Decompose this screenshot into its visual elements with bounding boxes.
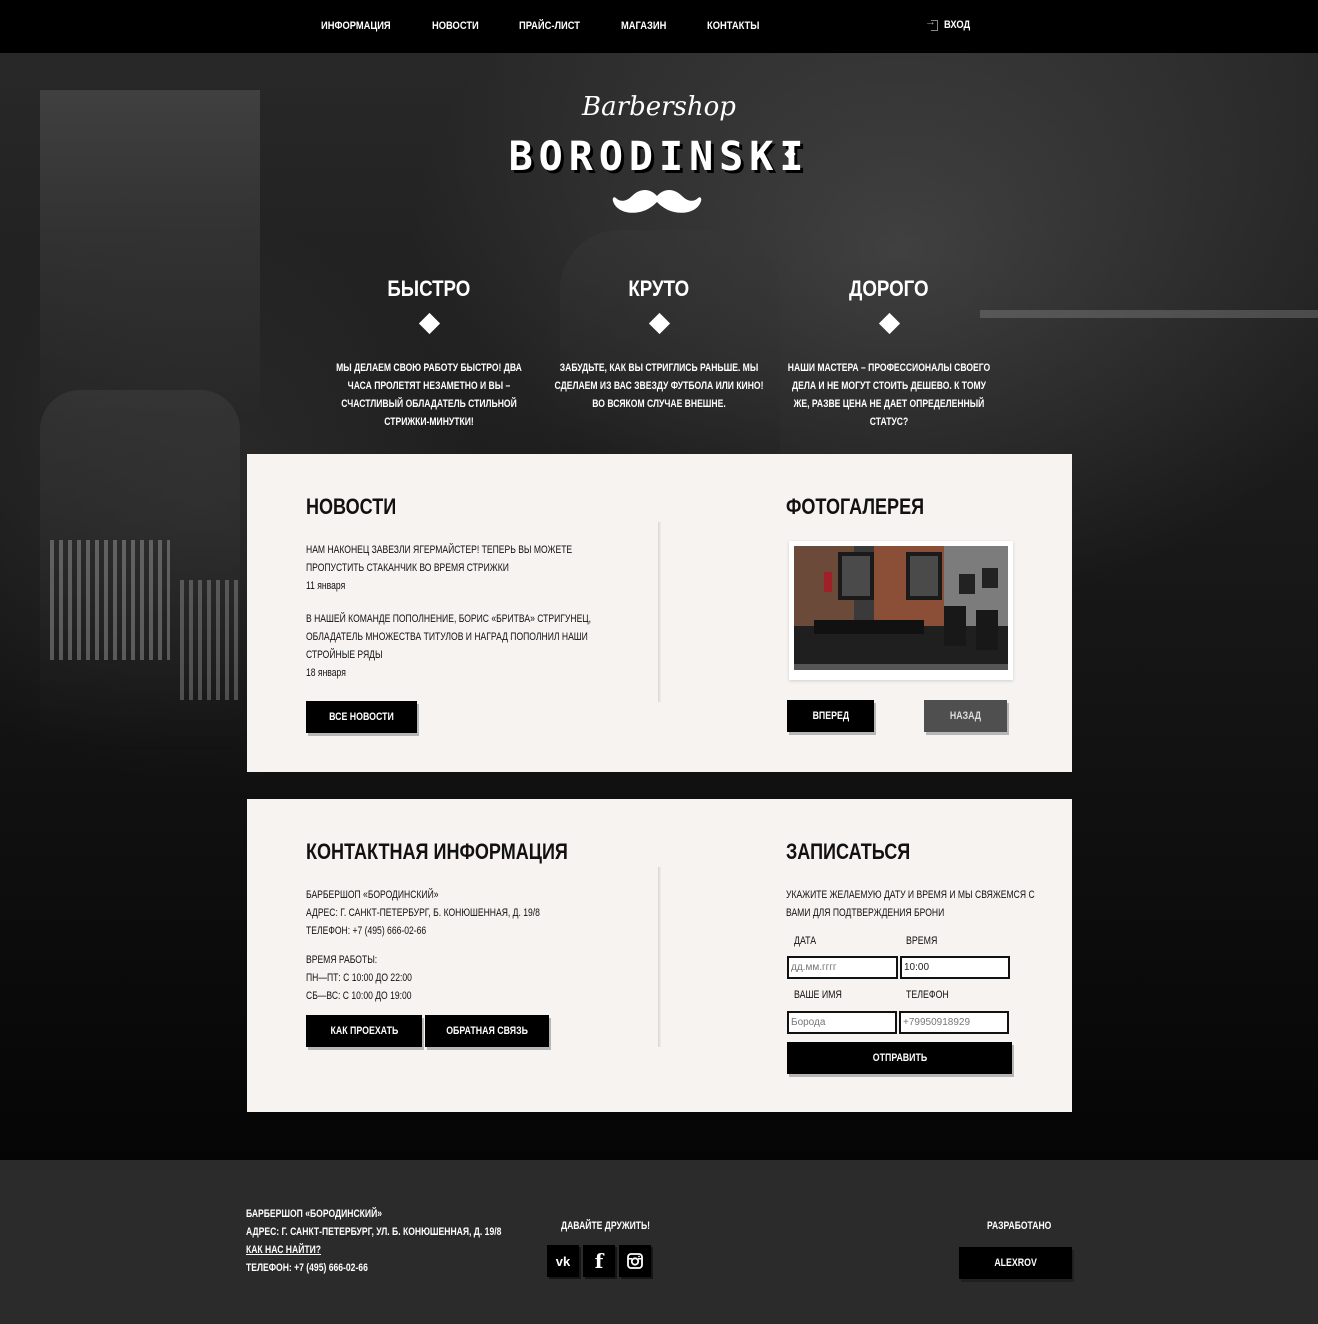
diamond-icon: [878, 312, 900, 335]
booking-description: УКАЖИТЕ ЖЕЛАЕМУЮ ДАТУ И ВРЕМЯ И МЫ СВЯЖЕ…: [786, 889, 1035, 901]
phone-input[interactable]: [899, 1011, 1009, 1034]
login-label: ВХОД: [944, 19, 971, 31]
feature-text: МЫ ДЕЛАЕМ СВОЮ РАБОТУ БЫСТРО! ДВА ЧАСА П…: [336, 362, 522, 428]
nav-item-info[interactable]: ИНФОРМАЦИЯ: [321, 20, 391, 32]
feedback-label: ОБРАТНАЯ СВЯЗЬ: [446, 1025, 528, 1037]
news-item-date: 11 января: [306, 580, 346, 592]
logo-script: Barbershop: [582, 92, 736, 122]
feature-fast: БЫСТРО МЫ ДЕЛАЕМ СВОЮ РАБОТУ БЫСТРО! ДВА…: [314, 276, 544, 431]
news-gallery-panel: НОВОСТИ НАМ НАКОНЕЦ ЗАВЕЗЛИ ЯГЕРМАЙСТЕР!…: [247, 454, 1072, 772]
gallery-photo: [794, 546, 1008, 670]
hours-weekend: СБ—ВС: С 10:00 ДО 19:00: [306, 990, 412, 1002]
diamond-icon: [648, 312, 670, 335]
logo-title: BORODINSKI: [508, 134, 810, 180]
login-link[interactable]: ВХОД: [925, 16, 975, 31]
feature-title: БЫСТРО: [387, 276, 471, 301]
hours-weekday: ПН—ПТ: С 10:00 ДО 22:00: [306, 972, 412, 984]
submit-label: ОТПРАВИТЬ: [872, 1052, 927, 1064]
background-shelf: [980, 310, 1318, 318]
time-label: ВРЕМЯ: [906, 935, 938, 947]
submit-button[interactable]: ОТПРАВИТЬ: [787, 1042, 1012, 1074]
developer-label: ALEXROV: [994, 1257, 1037, 1269]
feature-title: ДОРОГО: [849, 276, 929, 301]
news-item-text: В НАШЕЙ КОМАНДЕ ПОПОЛНЕНИЕ, БОРИС «БРИТВ…: [306, 613, 592, 625]
nav-item-contacts[interactable]: КОНТАКТЫ: [707, 20, 759, 32]
contacts-name: БАРБЕРШОП «БОРОДИНСКИЙ»: [306, 889, 439, 901]
time-input[interactable]: [900, 956, 1010, 979]
booking-title: ЗАПИСАТЬСЯ: [786, 839, 911, 864]
contacts-booking-panel: КОНТАКТНАЯ ИНФОРМАЦИЯ БАРБЕРШОП «БОРОДИН…: [247, 799, 1072, 1112]
footer: БАРБЕРШОП «БОРОДИНСКИЙ» АДРЕС: Г. САНКТ-…: [0, 1160, 1318, 1324]
contacts-phone: ТЕЛЕФОН: +7 (495) 666-02-66: [306, 925, 427, 937]
feature-text: ЗАБУДЬТЕ, КАК ВЫ СТРИГЛИСЬ РАНЬШЕ. МЫ СД…: [554, 362, 764, 410]
gallery-prev-button[interactable]: НАЗАД: [924, 700, 1007, 732]
gallery-prev-label: НАЗАД: [949, 710, 982, 722]
hours-title: ВРЕМЯ РАБОТЫ:: [306, 954, 378, 966]
vk-icon[interactable]: vk: [547, 1245, 579, 1277]
background-chair-stripes: [180, 580, 240, 700]
gallery-next-label: ВПЕРЕД: [812, 710, 849, 722]
name-label: ВАШЕ ИМЯ: [794, 989, 842, 1001]
date-label: ДАТА: [794, 935, 817, 947]
footer-address: АДРЕС: Г. САНКТ-ПЕТЕРБУРГ, УЛ. Б. КОНЮШЕ…: [246, 1226, 502, 1238]
facebook-glyph: f: [594, 1249, 604, 1273]
nav-item-price[interactable]: ПРАЙС-ЛИСТ: [519, 20, 580, 32]
diamond-icon: [418, 312, 440, 335]
gallery-next-button[interactable]: ВПЕРЕД: [787, 700, 874, 732]
news-item-date: 18 января: [306, 667, 346, 679]
news-item-text: ПРОПУСТИТЬ СТАКАНЧИК ВО ВРЕМЯ СТРИЖКИ: [306, 562, 509, 574]
booking-description: ВАМИ ДЛЯ ПОДТВЕРЖДЕНИЯ БРОНИ: [786, 907, 945, 919]
name-input[interactable]: [787, 1011, 897, 1034]
nav-item-news[interactable]: НОВОСТИ: [432, 20, 479, 32]
social-title: ДАВАЙТЕ ДРУЖИТЬ!: [561, 1220, 651, 1232]
date-input[interactable]: [787, 956, 898, 979]
nav-item-shop[interactable]: МАГАЗИН: [621, 20, 666, 32]
instagram-glyph: [627, 1253, 643, 1269]
route-label: КАК ПРОЕХАТЬ: [330, 1025, 398, 1037]
facebook-icon[interactable]: f: [583, 1245, 615, 1277]
all-news-label: ВСЕ НОВОСТИ: [329, 711, 394, 723]
feedback-button[interactable]: ОБРАТНАЯ СВЯЗЬ: [425, 1015, 549, 1047]
contacts-address: АДРЕС: Г. САНКТ-ПЕТЕРБУРГ, Б. КОНЮШЕННАЯ…: [306, 907, 540, 919]
contacts-title: КОНТАКТНАЯ ИНФОРМАЦИЯ: [306, 839, 568, 864]
login-icon: [925, 16, 938, 31]
footer-phone: ТЕЛЕФОН: +7 (495) 666-02-66: [246, 1262, 368, 1274]
instagram-icon[interactable]: [619, 1245, 651, 1277]
developer-button[interactable]: ALEXROV: [959, 1247, 1072, 1279]
gallery-title: ФОТОГАЛЕРЕЯ: [786, 494, 925, 519]
top-navigation: ИНФОРМАЦИЯ НОВОСТИ ПРАЙС-ЛИСТ МАГАЗИН КО…: [0, 0, 1318, 53]
panel-divider: [658, 522, 661, 702]
background-chair-stripes: [50, 540, 170, 660]
vk-glyph: vk: [555, 1253, 571, 1269]
footer-find-link[interactable]: КАК НАС НАЙТИ?: [246, 1241, 321, 1259]
footer-name: БАРБЕРШОП «БОРОДИНСКИЙ»: [246, 1208, 383, 1220]
feature-expensive: ДОРОГО НАШИ МАСТЕРА – ПРОФЕССИОНАЛЫ СВОЕ…: [774, 276, 1004, 431]
news-item-text: НАМ НАКОНЕЦ ЗАВЕЗЛИ ЯГЕРМАЙСТЕР! ТЕПЕРЬ …: [306, 544, 573, 556]
news-item-text: ОБЛАДАТЕЛЬ МНОЖЕСТВА ТИТУЛОВ И НАГРАД ПО…: [306, 631, 588, 643]
gallery-photo-frame[interactable]: [789, 541, 1013, 680]
news-title: НОВОСТИ: [306, 494, 397, 519]
developer-title: РАЗРАБОТАНО: [987, 1220, 1052, 1232]
feature-title: КРУТО: [628, 276, 690, 301]
all-news-button[interactable]: ВСЕ НОВОСТИ: [306, 701, 417, 733]
panel-divider: [658, 867, 661, 1047]
feature-cool: КРУТО ЗАБУДЬТЕ, КАК ВЫ СТРИГЛИСЬ РАНЬШЕ.…: [544, 276, 774, 413]
phone-label: ТЕЛЕФОН: [906, 989, 949, 1001]
news-item-text: СТРОЙНЫЕ РЯДЫ: [306, 649, 383, 661]
feature-text: НАШИ МАСТЕРА – ПРОФЕССИОНАЛЫ СВОЕГО ДЕЛА…: [787, 362, 991, 428]
route-button[interactable]: КАК ПРОЕХАТЬ: [306, 1015, 422, 1047]
mustache-icon: [612, 190, 702, 213]
